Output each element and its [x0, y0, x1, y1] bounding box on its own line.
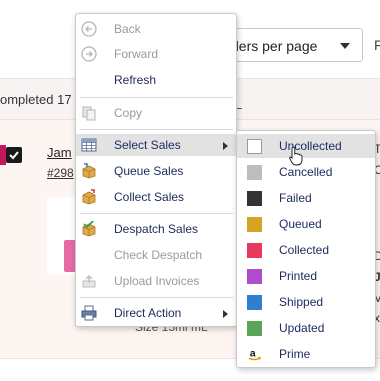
- menu-item-label: Copy: [114, 106, 143, 120]
- submenu-item-label: Collected: [279, 243, 330, 257]
- menu-separator: [80, 297, 233, 298]
- menu-item-check-despatch[interactable]: Check Despatch: [76, 244, 236, 266]
- toolbar-right-fragment: F: [374, 37, 380, 53]
- menu-item-despatch-sales[interactable]: Despatch Sales: [76, 218, 236, 240]
- table-select-icon: [81, 138, 97, 152]
- svg-text:a: a: [250, 348, 256, 359]
- box-despatch-icon: [82, 221, 96, 237]
- submenu-item-label: Prime: [279, 347, 311, 361]
- submenu-item-label: Shipped: [279, 295, 324, 309]
- submenu-item-cancelled[interactable]: Cancelled: [237, 160, 375, 184]
- menu-item-copy[interactable]: Copy: [76, 102, 236, 124]
- submenu-item-label: Failed: [279, 191, 312, 205]
- menu-item-label: Check Despatch: [114, 248, 203, 262]
- menu-item-queue-sales[interactable]: Queue Sales: [76, 160, 236, 182]
- menu-item-label: Despatch Sales: [114, 222, 199, 236]
- amazon-icon: a: [248, 348, 262, 361]
- submenu-item-label: Queued: [279, 217, 322, 231]
- submenu-item-label: Printed: [279, 269, 318, 283]
- menu-item-upload-invoices[interactable]: Upload Invoices: [76, 270, 236, 292]
- upload-icon: [82, 275, 96, 288]
- context-menu: Back Forward Refresh Copy Select Sales Q…: [75, 13, 237, 327]
- menu-item-label: Upload Invoices: [114, 274, 200, 288]
- status-swatch: [247, 269, 262, 284]
- submenu-item-collected[interactable]: Collected: [237, 238, 375, 262]
- status-swatch: [247, 139, 262, 154]
- menu-separator: [80, 97, 233, 98]
- status-swatch: [247, 165, 262, 180]
- submenu-item-shipped[interactable]: Shipped: [237, 290, 375, 314]
- select-sales-submenu: Uncollected Cancelled Failed Queued Coll…: [236, 130, 376, 368]
- completed-count-text: ompleted 17: [0, 92, 72, 107]
- menu-separator: [80, 213, 233, 214]
- submenu-item-updated[interactable]: Updated: [237, 316, 375, 340]
- order-number-link[interactable]: #298: [47, 166, 74, 180]
- submenu-item-failed[interactable]: Failed: [237, 186, 375, 210]
- submenu-item-printed[interactable]: Printed: [237, 264, 375, 288]
- menu-item-refresh[interactable]: Refresh: [76, 69, 236, 91]
- menu-item-direct-action[interactable]: Direct Action: [76, 302, 236, 324]
- mouse-cursor-icon: [289, 146, 303, 166]
- row-checkbox[interactable]: [6, 147, 22, 163]
- menu-item-label: Select Sales: [114, 138, 181, 152]
- chevron-down-icon: [340, 43, 350, 49]
- status-swatch: [247, 295, 262, 310]
- orders-per-page-label: ders per page: [231, 38, 318, 54]
- box-queue-icon: [82, 163, 96, 179]
- menu-item-back[interactable]: Back: [76, 18, 236, 40]
- status-swatch: [247, 217, 262, 232]
- back-circle-icon: [81, 21, 97, 37]
- menu-item-forward[interactable]: Forward: [76, 43, 236, 65]
- status-swatch: [247, 243, 262, 258]
- menu-item-label: Collect Sales: [114, 190, 185, 204]
- submenu-item-prime[interactable]: a Prime: [237, 342, 375, 366]
- menu-item-label: Refresh: [114, 73, 157, 87]
- forward-circle-icon: [81, 46, 97, 62]
- check-icon: [9, 151, 19, 160]
- submenu-item-label: Updated: [279, 321, 325, 335]
- status-swatch: [247, 191, 262, 206]
- status-swatch: [247, 321, 262, 336]
- menu-item-collect-sales[interactable]: Collect Sales: [76, 186, 236, 208]
- menu-item-label: Direct Action: [114, 306, 182, 320]
- menu-separator: [80, 129, 233, 130]
- submenu-item-uncollected[interactable]: Uncollected: [237, 134, 375, 158]
- menu-item-select-sales[interactable]: Select Sales: [76, 134, 236, 156]
- submenu-item-queued[interactable]: Queued: [237, 212, 375, 236]
- box-collect-icon: [82, 189, 96, 205]
- copy-icon: [82, 106, 96, 121]
- menu-item-label: Queue Sales: [114, 164, 184, 178]
- customer-name-link[interactable]: Jam: [47, 145, 72, 160]
- submenu-arrow-icon: [223, 310, 228, 318]
- menu-item-label: Forward: [114, 47, 159, 61]
- printer-icon: [81, 305, 97, 321]
- menu-item-label: Back: [114, 22, 141, 36]
- submenu-arrow-icon: [223, 142, 228, 150]
- submenu-item-label: Cancelled: [279, 165, 333, 179]
